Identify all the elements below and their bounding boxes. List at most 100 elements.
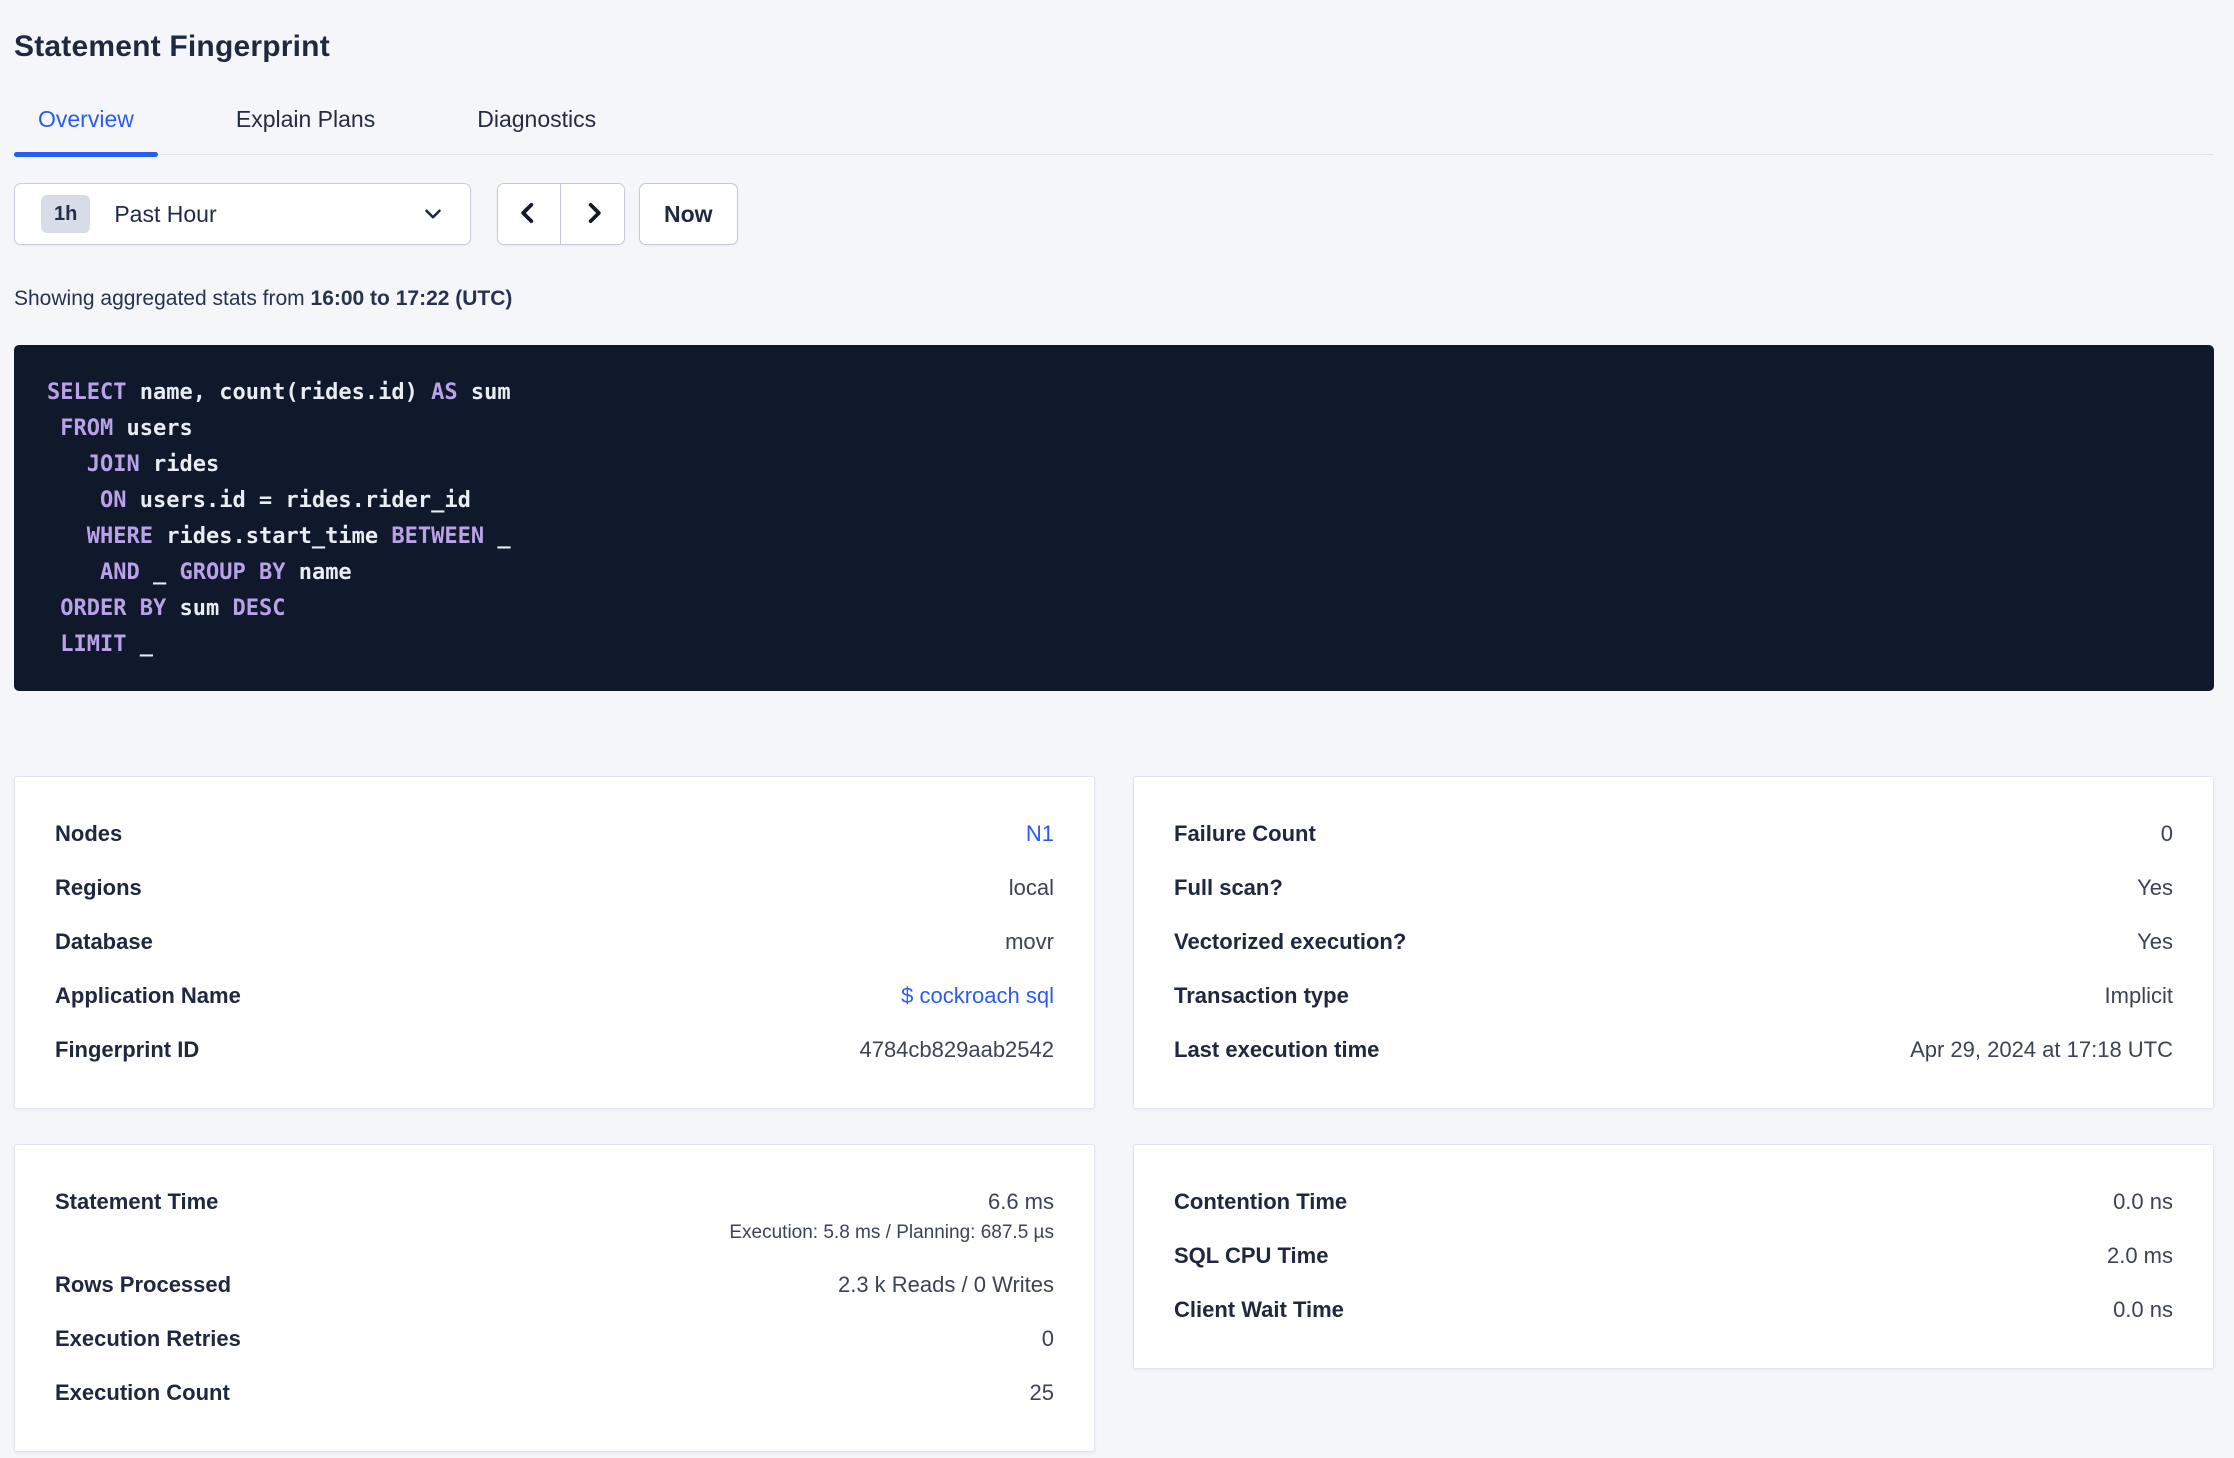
sql-text: sum: [457, 380, 511, 405]
next-time-button[interactable]: [561, 184, 624, 244]
rows-processed-value-block: 2.3 k Reads / 0 Writes: [838, 1272, 1054, 1298]
time-range-label: Past Hour: [114, 200, 217, 227]
sql-keyword: LIMIT: [60, 632, 127, 657]
last-execution-time-row: Last execution time Apr 29, 2024 at 17:18…: [1174, 1037, 2173, 1063]
execution-count-value: 25: [1029, 1380, 1054, 1405]
failure-count-value-block: 0: [2161, 821, 2173, 847]
sql-text: users.id = rides.rider_id: [126, 488, 471, 513]
caret-left-icon: [515, 199, 543, 230]
sql-text: name: [285, 560, 352, 585]
client-wait-time-value-block: 0.0 ns: [2113, 1297, 2173, 1323]
nodes-value-block: N1: [1026, 821, 1054, 847]
sql-keyword: AND: [99, 560, 140, 585]
previous-time-button[interactable]: [498, 184, 561, 244]
stats-line-prefix: Showing aggregated stats from: [14, 287, 311, 310]
sql-text: name, count(rides.id): [126, 380, 432, 405]
sql-keyword: BETWEEN: [391, 524, 485, 549]
sql-statement-box: SELECT name, count(rides.id) AS sum FROM…: [14, 345, 2214, 691]
failure-count-value: 0: [2160, 821, 2173, 846]
statement-fingerprint-page: Statement Fingerprint Overview Explain Pl…: [0, 0, 2234, 1452]
execution-retries-row: Execution Retries 0: [55, 1326, 1054, 1352]
tab-explain-plans[interactable]: Explain Plans: [212, 106, 399, 154]
sql-cpu-time-value-block: 2.0 ms: [2107, 1243, 2173, 1269]
now-button[interactable]: Now: [639, 183, 738, 245]
wait-time-card: Contention Time 0.0 ns SQL CPU Time 2.0 ms C…: [1133, 1144, 2214, 1369]
vectorized-execution-row: Vectorized execution? Yes: [1174, 929, 2173, 955]
fingerprint-id-label: Fingerprint ID: [55, 1037, 200, 1062]
regions-label: Regions: [55, 875, 142, 900]
fingerprint-id-value-block: 4784cb829aab2542: [859, 1037, 1054, 1063]
sql-keyword: FROM: [60, 416, 114, 441]
vectorized-execution-value-block: Yes: [2137, 929, 2173, 955]
application-name-row: Application Name $ cockroach sql: [55, 983, 1054, 1009]
time-range-dropdown[interactable]: 1h Past Hour: [14, 183, 471, 245]
chevron-down-icon: [420, 201, 446, 227]
execution-count-label: Execution Count: [55, 1380, 230, 1405]
application-name-link[interactable]: $ cockroach sql: [901, 983, 1054, 1009]
sql-keyword: ORDER BY: [60, 596, 167, 621]
vectorized-execution-label: Vectorized execution?: [1174, 929, 1407, 954]
overview-details-card: Nodes N1 Regions local Database movr Applicati…: [14, 776, 1095, 1109]
regions-value-block: local: [1009, 875, 1054, 901]
transaction-type-row: Transaction type Implicit: [1174, 983, 2173, 1009]
sql-keyword: JOIN: [86, 452, 140, 477]
full-scan-label: Full scan?: [1174, 875, 1283, 900]
statement-time-value-block: 6.6 ms Execution: 5.8 ms / Planning: 687.…: [729, 1189, 1054, 1244]
last-execution-time-value: Apr 29, 2024 at 17:18 UTC: [1910, 1037, 2173, 1062]
nodes-link[interactable]: N1: [1026, 821, 1054, 847]
sql-keyword: WHERE: [86, 524, 153, 549]
transaction-type-label: Transaction type: [1174, 983, 1349, 1008]
summary-cards-grid: Nodes N1 Regions local Database movr Applicati…: [14, 776, 2214, 1452]
full-scan-row: Full scan? Yes: [1174, 875, 2173, 901]
database-label: Database: [55, 929, 153, 954]
rows-processed-row: Rows Processed 2.3 k Reads / 0 Writes: [55, 1272, 1054, 1298]
transaction-type-value-block: Implicit: [2105, 983, 2173, 1009]
sql-cpu-time-row: SQL CPU Time 2.0 ms: [1174, 1243, 2173, 1269]
fingerprint-id-row: Fingerprint ID 4784cb829aab2542: [55, 1037, 1054, 1063]
execution-retries-label: Execution Retries: [55, 1326, 241, 1351]
client-wait-time-value: 0.0 ns: [2113, 1297, 2173, 1322]
full-scan-value-block: Yes: [2137, 875, 2173, 901]
execution-retries-value: 0: [1041, 1326, 1054, 1351]
time-controls: 1h Past Hour Now: [14, 183, 2214, 245]
regions-row: Regions local: [55, 875, 1054, 901]
time-interval-badge: 1h: [41, 195, 91, 233]
time-step-buttons: [497, 183, 625, 245]
sql-keyword: DESC: [232, 596, 286, 621]
sql-text: sum: [166, 596, 233, 621]
contention-time-row: Contention Time 0.0 ns: [1174, 1189, 2173, 1215]
nodes-row: Nodes N1: [55, 821, 1054, 847]
tab-diagnostics[interactable]: Diagnostics: [453, 106, 620, 154]
sql-keyword: SELECT: [47, 380, 127, 405]
nodes-label: Nodes: [55, 821, 123, 846]
sql-keyword: ON: [99, 488, 127, 513]
sql-text: rides: [139, 452, 220, 477]
failure-count-label: Failure Count: [1174, 821, 1316, 846]
tab-bar: Overview Explain Plans Diagnostics: [14, 106, 2214, 157]
application-name-label: Application Name: [55, 983, 241, 1008]
sql-cpu-time-label: SQL CPU Time: [1174, 1243, 1329, 1268]
vectorized-execution-value: Yes: [2137, 929, 2173, 954]
failure-count-row: Failure Count 0: [1174, 821, 2173, 847]
contention-time-value: 0.0 ns: [2113, 1189, 2173, 1214]
contention-time-value-block: 0.0 ns: [2113, 1189, 2173, 1215]
page-title: Statement Fingerprint: [14, 30, 330, 63]
execution-count-value-block: 25: [1030, 1380, 1054, 1406]
transaction-type-value: Implicit: [2104, 983, 2173, 1008]
application-name-value-block: $ cockroach sql: [901, 983, 1054, 1009]
fingerprint-id-value: 4784cb829aab2542: [859, 1037, 1054, 1062]
statement-time-value: 6.6 ms: [987, 1189, 1054, 1214]
statement-time-breakdown: Execution: 5.8 ms / Planning: 687.5 µs: [729, 1222, 1054, 1243]
aggregated-stats-line: Showing aggregated stats from 16:00 to 1…: [14, 287, 2214, 311]
sql-keyword: AS: [431, 380, 458, 405]
database-value: movr: [1005, 929, 1054, 954]
tab-overview[interactable]: Overview: [14, 106, 158, 157]
statement-time-row: Statement Time 6.6 ms Execution: 5.8 ms / …: [55, 1189, 1054, 1244]
